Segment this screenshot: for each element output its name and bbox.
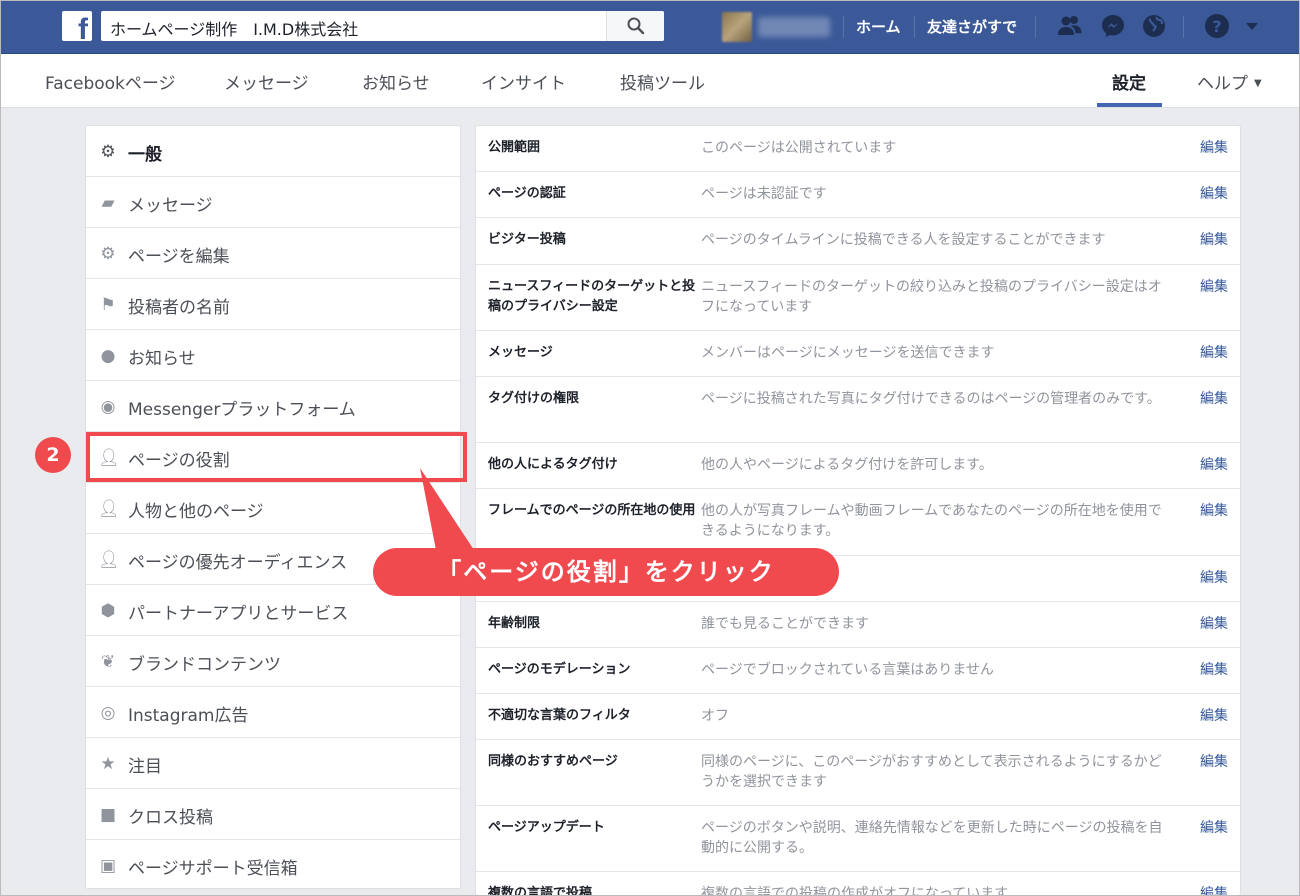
callout-bubble [373,468,839,596]
callout-text: 「ページの役割」をクリック [437,558,775,586]
